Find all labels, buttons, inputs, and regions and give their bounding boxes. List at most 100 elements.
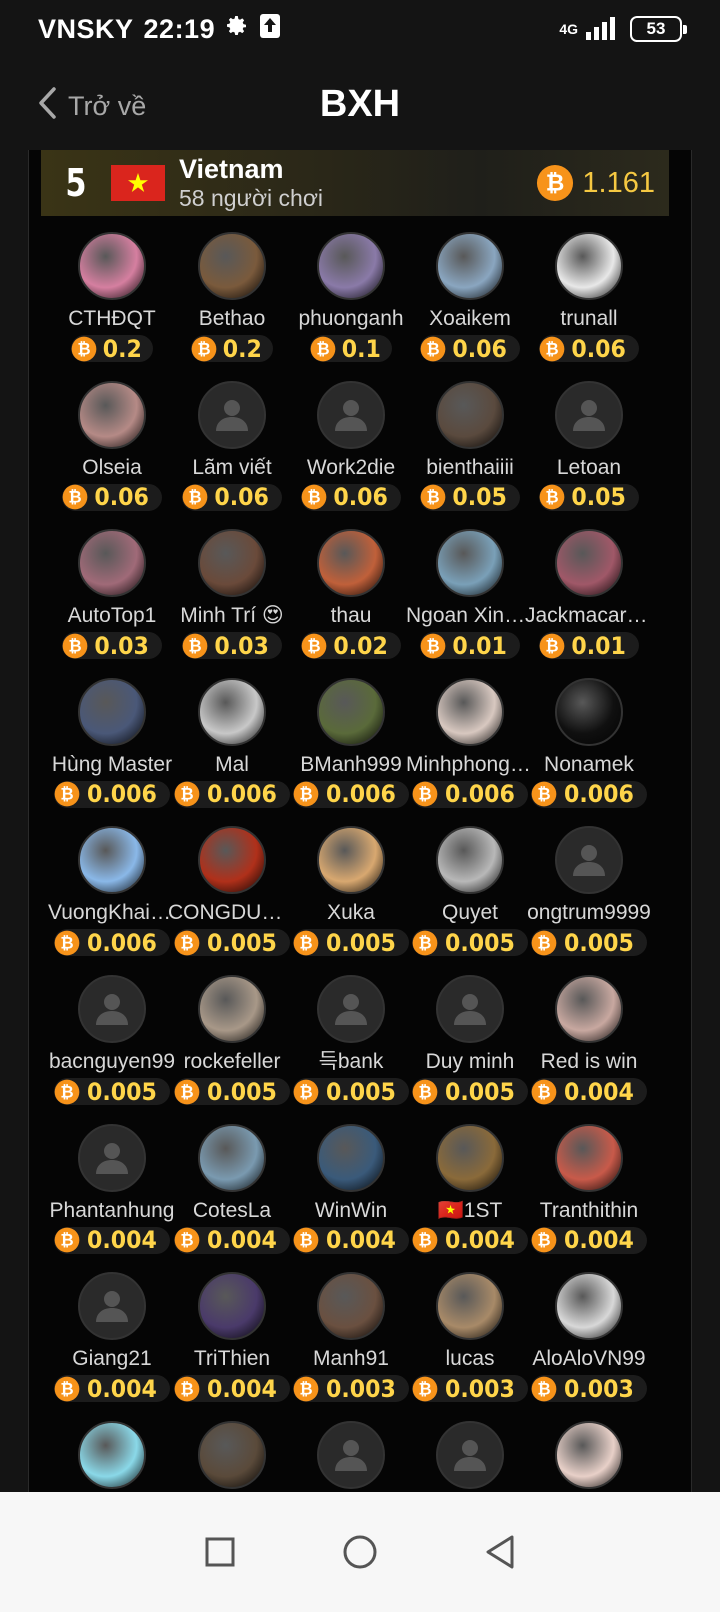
player-card[interactable]: Mal ₿ 0.006 [172,677,292,808]
player-card[interactable] [52,1420,172,1489]
player-card[interactable]: 🇻🇳1ST ₿ 0.004 [410,1123,530,1254]
avatar[interactable] [436,232,504,300]
avatar[interactable] [436,677,504,746]
player-card[interactable]: Ngoan Xinh Yêu ₿ 0.01 [406,529,534,660]
avatar[interactable] [436,1272,504,1341]
player-card[interactable]: CONGDUC88 ₿ 0.005 [168,826,296,957]
player-card[interactable]: thau ₿ 0.02 [291,529,411,660]
avatar[interactable] [78,1272,146,1341]
avatar[interactable] [555,677,623,746]
leaderboard-content[interactable]: 5 Vietnam 58 người chơi ₿ 1.161 CTHĐQT ₿ 0… [28,150,692,1535]
avatar[interactable] [78,380,146,449]
player-card[interactable]: Giang21 ₿ 0.004 [52,1272,172,1403]
player-card[interactable]: Xuka ₿ 0.005 [291,826,411,957]
avatar[interactable] [317,232,385,300]
player-card[interactable]: Red is win ₿ 0.004 [529,975,649,1106]
player-card[interactable]: Olseia ₿ 0.06 [52,380,172,511]
avatar[interactable] [198,380,266,449]
player-card[interactable]: bacnguyen99 ₿ 0.005 [49,975,175,1106]
player-card[interactable] [410,1420,530,1489]
back-button[interactable]: Trở về [36,86,146,127]
default-user-icon [454,994,486,1025]
back-nav-button[interactable] [480,1532,520,1572]
player-card[interactable]: WinWin ₿ 0.004 [291,1123,411,1254]
player-card[interactable]: phuonganh ₿ 0.1 [291,232,411,363]
player-card[interactable]: Tranthithin ₿ 0.004 [529,1123,649,1254]
avatar[interactable] [555,826,623,895]
avatar[interactable] [555,232,623,300]
score-value: 0.02 [333,631,389,660]
avatar[interactable] [198,1420,266,1489]
player-card[interactable]: CTHĐQT ₿ 0.2 [52,232,172,363]
avatar[interactable] [436,380,504,449]
country-banner[interactable]: 5 Vietnam 58 người chơi ₿ 1.161 [41,150,669,216]
avatar[interactable] [78,529,146,598]
player-card[interactable] [291,1420,411,1489]
avatar[interactable] [555,1420,623,1489]
avatar[interactable] [317,1123,385,1192]
player-card[interactable]: Lãm viết ₿ 0.06 [172,380,292,511]
avatar[interactable] [436,975,504,1043]
bitcoin-icon: ₿ [174,1376,200,1402]
player-card[interactable]: Hùng Master ₿ 0.006 [52,677,172,808]
avatar[interactable] [198,677,266,746]
home-button[interactable] [340,1532,380,1572]
avatar[interactable] [317,677,385,746]
avatar[interactable] [78,677,146,746]
avatar[interactable] [436,529,504,598]
player-card[interactable]: AutoTop1 ₿ 0.03 [52,529,172,660]
avatar[interactable] [555,380,623,449]
avatar[interactable] [555,1272,623,1341]
avatar[interactable] [78,232,146,300]
avatar[interactable] [198,529,266,598]
avatar[interactable] [436,1420,504,1489]
player-card[interactable]: Xoaikem ₿ 0.06 [410,232,530,363]
player-card[interactable]: Minh Trí 😍 ₿ 0.03 [172,529,292,660]
player-card[interactable]: Duy minh ₿ 0.005 [410,975,530,1106]
player-card[interactable]: lucas ₿ 0.003 [410,1272,530,1403]
player-card[interactable]: trunall ₿ 0.06 [529,232,649,363]
avatar[interactable] [198,232,266,300]
player-card[interactable]: rockefeller ₿ 0.005 [172,975,292,1106]
player-card[interactable]: Bethao ₿ 0.2 [172,232,292,363]
avatar[interactable] [198,826,266,895]
player-card[interactable]: CotesLa ₿ 0.004 [172,1123,292,1254]
player-card[interactable]: 득bank ₿ 0.005 [291,975,411,1106]
avatar[interactable] [317,826,385,895]
player-card[interactable]: VuongKhaiHuy ₿ 0.006 [48,826,176,957]
avatar[interactable] [198,1123,266,1192]
avatar[interactable] [317,1420,385,1489]
player-card[interactable]: Quyet ₿ 0.005 [410,826,530,957]
avatar[interactable] [555,975,623,1043]
player-card[interactable]: Phantanhung ₿ 0.004 [50,1123,174,1254]
avatar[interactable] [78,1123,146,1192]
avatar[interactable] [436,826,504,895]
player-card[interactable]: Letoan ₿ 0.05 [529,380,649,511]
player-card[interactable]: TriThien ₿ 0.004 [172,1272,292,1403]
avatar[interactable] [78,826,146,895]
player-card[interactable]: Minhphonglao ₿ 0.006 [406,677,534,808]
player-card[interactable]: Nonamek ₿ 0.006 [529,677,649,808]
avatar[interactable] [555,1123,623,1192]
avatar[interactable] [78,975,146,1043]
avatar[interactable] [317,1272,385,1341]
avatar[interactable] [317,529,385,598]
player-card[interactable] [529,1420,649,1489]
player-card[interactable]: AloAloVN99 ₿ 0.003 [529,1272,649,1403]
player-card[interactable]: bienthaiiii ₿ 0.05 [410,380,530,511]
player-card[interactable]: ongtrum9999 ₿ 0.005 [527,826,651,957]
avatar[interactable] [78,1420,146,1489]
player-card[interactable]: Jackmacarena ₿ 0.01 [525,529,653,660]
player-card[interactable] [172,1420,292,1489]
avatar[interactable] [436,1123,504,1192]
avatar[interactable] [317,975,385,1043]
player-card[interactable]: Manh91 ₿ 0.003 [291,1272,411,1403]
avatar[interactable] [198,1272,266,1341]
player-card[interactable]: BManh999 ₿ 0.006 [291,677,411,808]
avatar[interactable] [555,529,623,598]
player-card[interactable]: Work2die ₿ 0.06 [291,380,411,511]
bitcoin-icon: ₿ [174,930,200,956]
avatar[interactable] [317,380,385,449]
avatar[interactable] [198,975,266,1043]
recent-apps-button[interactable] [200,1532,240,1572]
